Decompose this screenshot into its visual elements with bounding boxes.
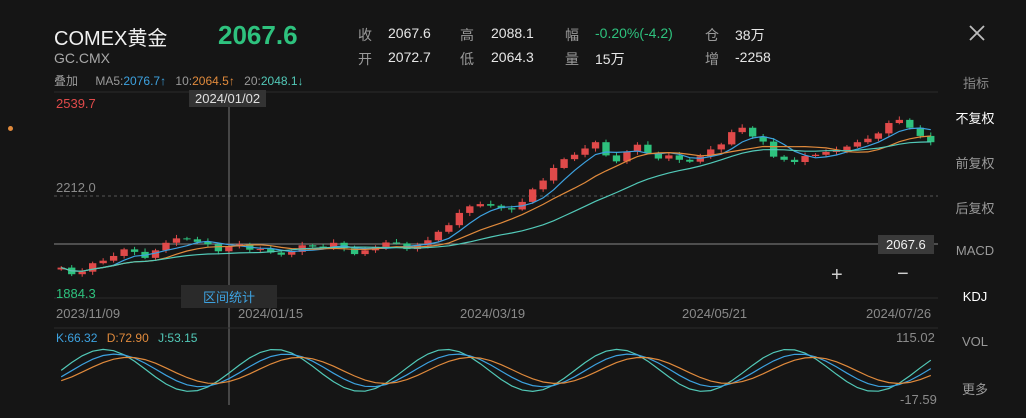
x-label-4: 2024/05/21 xyxy=(682,306,748,321)
candle xyxy=(895,119,903,124)
candle xyxy=(874,133,883,139)
candle xyxy=(549,167,558,181)
y-mid-label: 2212.0 xyxy=(56,180,96,195)
candle xyxy=(790,159,799,162)
candle xyxy=(392,242,401,244)
candle xyxy=(738,127,746,133)
candle xyxy=(193,239,202,242)
candle xyxy=(591,142,600,149)
candle xyxy=(361,250,369,255)
candle xyxy=(728,132,736,145)
candle xyxy=(570,154,579,160)
candle xyxy=(853,142,862,147)
candle xyxy=(277,252,285,255)
current-price-tag: 2067.6 xyxy=(878,235,934,254)
candle xyxy=(445,225,453,232)
zoom-in-button[interactable]: + xyxy=(831,264,843,287)
candle xyxy=(466,206,474,213)
candle xyxy=(508,208,516,210)
candle xyxy=(434,231,443,241)
candle xyxy=(476,204,484,207)
kdj-d-line xyxy=(60,356,932,385)
candle xyxy=(602,142,610,156)
candle xyxy=(130,249,139,252)
interval-stats-button[interactable]: 区间统计 xyxy=(181,285,278,308)
candle xyxy=(864,138,872,143)
candle xyxy=(109,255,118,261)
candle xyxy=(539,180,547,190)
candle xyxy=(214,244,223,252)
crosshair-date-tag: 2024/01/02 xyxy=(189,90,267,107)
kdj-legend: K:66.32 D:72.90 J:53.15 xyxy=(56,331,197,345)
candle xyxy=(581,148,589,155)
candle xyxy=(99,260,107,264)
candle xyxy=(906,119,914,128)
candle xyxy=(675,155,683,160)
candle xyxy=(822,151,830,155)
x-label-3: 2024/03/19 xyxy=(460,306,526,321)
candle xyxy=(665,155,673,159)
y-min-label: 1884.3 xyxy=(56,286,96,301)
candle xyxy=(172,238,181,243)
candle xyxy=(843,146,851,151)
kdj-d-value: D:72.90 xyxy=(106,331,149,345)
candle xyxy=(560,159,568,168)
candle xyxy=(801,156,809,162)
candle xyxy=(382,242,390,247)
chart-canvas[interactable] xyxy=(0,0,1026,418)
kdj-min-label: -17.59 xyxy=(900,392,937,407)
candle xyxy=(644,144,652,154)
x-label-5: 2024/07/26 xyxy=(866,306,932,321)
candle xyxy=(780,156,788,160)
candle xyxy=(183,238,191,240)
x-label-2: 2024/01/15 xyxy=(238,306,304,321)
candle xyxy=(256,249,264,251)
candle xyxy=(885,123,893,134)
candle xyxy=(717,144,725,150)
candle xyxy=(927,135,935,143)
candle xyxy=(612,155,621,162)
candle xyxy=(162,242,170,251)
candle xyxy=(120,249,128,256)
candle xyxy=(529,189,537,202)
candle xyxy=(225,246,233,252)
candle xyxy=(686,159,694,162)
candle xyxy=(89,263,97,272)
zoom-out-button[interactable]: − xyxy=(897,263,909,286)
candle xyxy=(749,127,757,137)
candle xyxy=(696,156,704,162)
candle xyxy=(288,251,296,255)
kdj-k-value: K:66.32 xyxy=(56,331,98,345)
candle xyxy=(811,154,820,157)
ma20-line xyxy=(61,141,931,272)
candle xyxy=(78,271,86,275)
y-max-label: 2539.7 xyxy=(56,96,96,111)
candle xyxy=(487,204,495,206)
candle xyxy=(455,212,463,226)
candle xyxy=(309,245,317,247)
ma10-line xyxy=(61,135,931,272)
kdj-j-value: J:53.15 xyxy=(158,331,198,345)
x-label-1: 2023/11/09 xyxy=(56,306,121,321)
kdj-max-label: 115.02 xyxy=(896,330,935,345)
